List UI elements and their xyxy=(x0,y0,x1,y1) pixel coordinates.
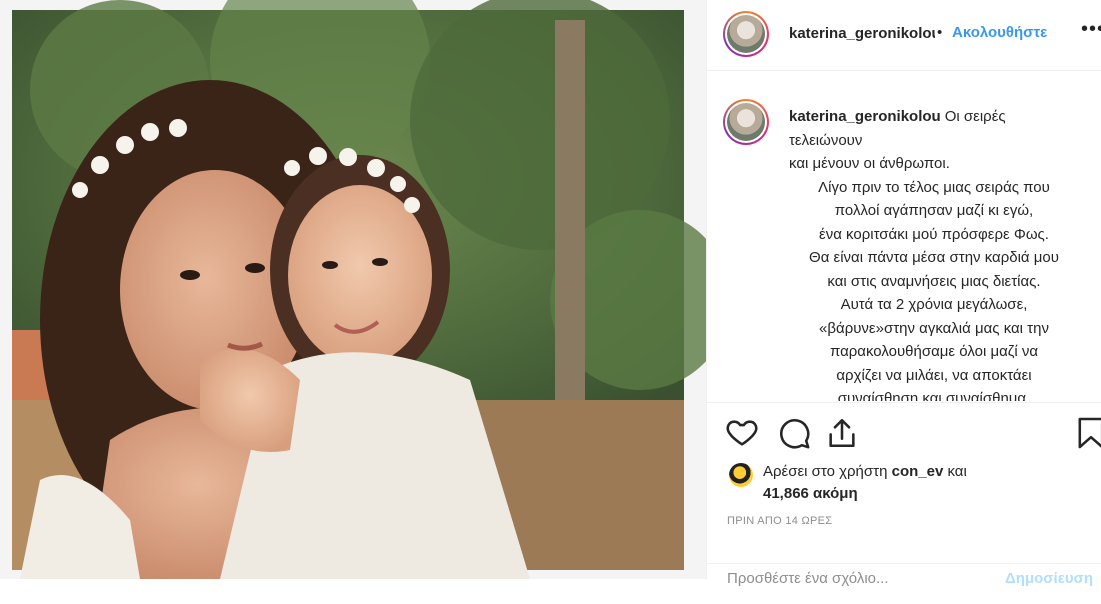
caption-line: αρχίζει να μιλάει, να αποκτάει xyxy=(836,366,1032,384)
caption-text: katerina_geronikolou Οι σειρές τελειώνουν… xyxy=(789,105,1079,401)
comment-icon[interactable] xyxy=(777,416,811,450)
caption-username[interactable]: katerina_geronikolou xyxy=(789,108,941,125)
more-options-icon[interactable]: ••• xyxy=(1081,18,1101,41)
post-photo[interactable] xyxy=(0,0,706,579)
caption-line: ένα κοριτσάκι μού πρόσφερε Φως. xyxy=(819,225,1049,243)
likes-count[interactable]: 41,866 ακόμη xyxy=(763,485,858,502)
caption-line: συναίσθηση και συναίσθημα. xyxy=(837,390,1031,401)
heart-icon[interactable] xyxy=(725,416,759,450)
caption-line: και μένουν οι άνθρωποι. xyxy=(789,155,950,172)
post-image xyxy=(0,0,706,579)
caption-line: Αυτά τα 2 χρόνια μεγάλωσε, xyxy=(840,296,1028,313)
follow-button[interactable]: Ακολουθήστε xyxy=(952,24,1047,41)
bookmark-icon[interactable] xyxy=(1077,416,1101,450)
post-panel: katerina_geronikolou • Ακολουθήστε ••• k… xyxy=(706,0,1101,587)
post-timestamp[interactable]: ΠΡΙΝ ΑΠΟ 14 ΩΡΕΣ xyxy=(727,515,832,527)
caption-line: Οι σειρές xyxy=(944,108,1006,125)
caption-line: παρακολουθήσαμε όλοι μαζί να xyxy=(829,343,1039,360)
comment-bar: Προσθέστε ένα σχόλιο... Δημοσίευση xyxy=(707,563,1101,604)
caption-line: πολλοί αγάπησαν μαζί κι εγώ, xyxy=(834,202,1034,219)
author-avatar[interactable] xyxy=(723,11,769,57)
liker-avatar[interactable] xyxy=(729,463,753,487)
caption-line: Θα είναι πάντα μέσα στην καρδιά μου xyxy=(809,249,1059,266)
separator-dot: • xyxy=(937,24,943,41)
caption-line: Λίγο πριν το τέλος μιας σειράς που xyxy=(818,178,1050,196)
caption-line: τελειώνουν xyxy=(789,131,863,149)
author-username[interactable]: katerina_geronikolou xyxy=(789,25,935,42)
likes-and: και xyxy=(947,463,967,480)
liker-username[interactable]: con_ev xyxy=(892,463,944,480)
post-header: katerina_geronikolou • Ακολουθήστε ••• xyxy=(707,0,1101,71)
actions-section: Αρέσει στο χρήστη con_ev και 41,866 ακόμ… xyxy=(707,402,1101,587)
likes-prefix: Αρέσει στο χρήστη xyxy=(763,463,888,480)
caption-avatar[interactable] xyxy=(723,99,769,145)
likes-text: Αρέσει στο χρήστη con_ev και 41,866 ακόμ… xyxy=(763,461,967,505)
caption-area: katerina_geronikolou Οι σειρές τελειώνουν… xyxy=(707,71,1101,401)
caption-line: «βάρυνε»στην αγκαλιά μας και την xyxy=(819,319,1049,337)
caption-line: και στις αναμνήσεις μιας διετίας. xyxy=(827,272,1041,290)
share-icon[interactable] xyxy=(825,416,859,450)
